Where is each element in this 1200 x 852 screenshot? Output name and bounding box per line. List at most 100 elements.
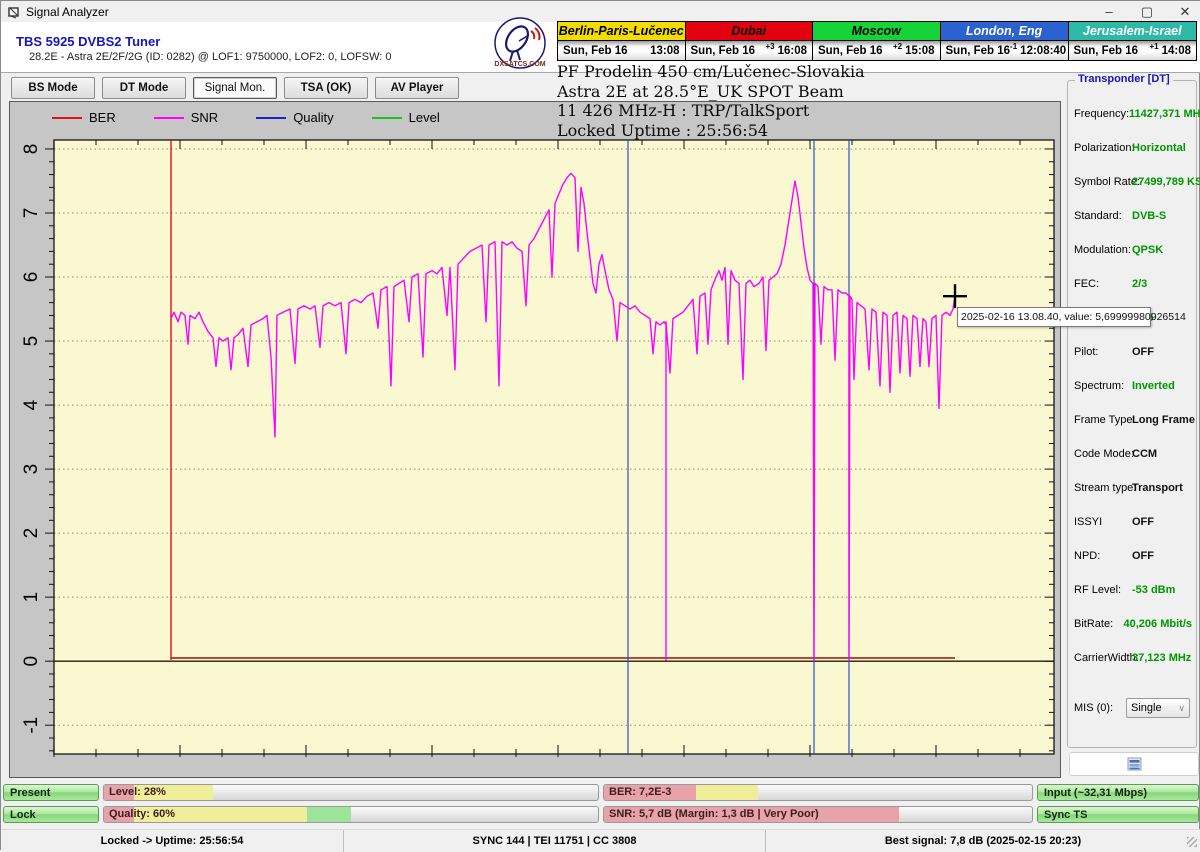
clock-city: London, Eng [941, 22, 1068, 41]
row-label: Spectrum: [1074, 380, 1132, 394]
signal-chart[interactable]: BERSNRQualityLevel -1012345678 [9, 101, 1061, 778]
tab-signal-mon-[interactable]: Signal Mon. [193, 77, 277, 99]
mis-select[interactable]: Single ∨ [1126, 698, 1190, 718]
legend-swatch [256, 117, 286, 119]
meter-snr: SNR: 5,7 dB (Margin: 1,3 dB | Very Poor) [603, 806, 1033, 823]
tab-av-player[interactable]: AV Player [375, 77, 459, 99]
indicator-row-1: PresentLevel: 28%BER: 7,2E-3Input (~32,3… [1, 784, 1200, 802]
row-label: Pilot: [1074, 346, 1132, 360]
y-axis-label: 2 [21, 528, 42, 539]
list-icon [1127, 757, 1142, 771]
legend-item-ber: BER [52, 110, 116, 125]
legend-swatch [52, 117, 82, 119]
clock-time: Sun, Feb 16+316:08 [686, 41, 813, 60]
mode-tabs: BS Mode DT Mode Signal Mon. TSA (OK) AV Play… [11, 77, 459, 99]
transponder-row: Spectrum: Inverted [1074, 380, 1192, 394]
app-icon [7, 5, 21, 19]
clock-4: Jerusalem-Israel Sun, Feb 16+114:08 [1069, 22, 1197, 60]
y-axis-label: 5 [21, 336, 42, 347]
resize-grip[interactable] [1187, 837, 1197, 847]
stream-list-button[interactable] [1069, 752, 1199, 776]
statusbar-section-1: Locked -> Uptime: 25:56:54 [1, 830, 344, 852]
row-label: NPD: [1074, 550, 1132, 564]
row-label: BitRate: [1074, 618, 1124, 632]
row-value: Transport [1132, 482, 1183, 496]
row-label: CarrierWidth: [1074, 652, 1132, 666]
meter-label: SNR: 5,7 dB (Margin: 1,3 dB | Very Poor) [609, 808, 819, 820]
row-label: Frame Type: [1074, 414, 1132, 428]
row-value: Inverted [1132, 380, 1175, 394]
row-value: DVB-S [1132, 210, 1166, 224]
row-label: Symbol Rate: [1074, 176, 1132, 190]
window-title: Signal Analyzer [26, 5, 109, 19]
clock-time: Sun, Feb 16-112:08:40 [941, 41, 1068, 60]
mis-label: MIS (0): [1074, 702, 1132, 716]
row-label: Code Mode: [1074, 448, 1132, 462]
panel-title: Transponder [DT] [1075, 73, 1173, 85]
tab-tsa-ok-[interactable]: TSA (OK) [284, 77, 368, 99]
statusbar-section-2: SYNC 144 | TEI 11751 | CC 3808 [344, 830, 766, 852]
status-pill-input: Input (~32,31 Mbps) [1037, 784, 1199, 801]
legend-item-snr: SNR [154, 110, 218, 125]
meter-quality: Quality: 60% [103, 806, 599, 823]
transponder-panel: Transponder [DT] Frequency: 11427,371 MH… [1067, 80, 1197, 748]
status-pill-sync: Sync TS [1037, 806, 1199, 823]
row-label: Frequency: [1074, 108, 1129, 122]
transponder-row: ISSYI OFF [1074, 516, 1192, 530]
header-divider [1, 72, 1200, 73]
cursor-tooltip: 2025-02-16 13.08.40, value: 5,6999998092… [957, 307, 1151, 327]
minimize-button[interactable]: – [1101, 4, 1117, 19]
clock-time: Sun, Feb 16+215:08 [813, 41, 940, 60]
clock-city: Dubai [686, 22, 813, 41]
row-value: 27499,789 KS/s [1132, 176, 1200, 190]
row-value: 11427,371 MHz [1129, 108, 1200, 122]
close-button[interactable]: ✕ [1177, 4, 1193, 20]
y-axis-label: 0 [21, 656, 42, 667]
device-subtitle: 28.2E - Astra 2E/2F/2G (ID: 0282) @ LOF1… [29, 51, 392, 63]
legend-label: BER [89, 110, 116, 125]
y-axis-label: 7 [21, 208, 42, 219]
y-axis-label: -1 [21, 717, 42, 734]
legend-label: SNR [191, 110, 218, 125]
row-label: Polarization: [1074, 142, 1132, 156]
annotation-line-2: Astra 2E at 28.5°E_UK SPOT Beam [557, 82, 977, 102]
row-value: OFF [1132, 516, 1154, 530]
clock-city: Berlin-Paris-Lučenec [558, 22, 685, 41]
row-label: Standard: [1074, 210, 1132, 224]
row-label: Stream type: [1074, 482, 1132, 496]
meter-label: BER: 7,2E-3 [609, 786, 671, 798]
clock-3: London, Eng Sun, Feb 16-112:08:40 [941, 22, 1069, 60]
clock-2: Moscow Sun, Feb 16+215:08 [813, 22, 941, 60]
row-value: 37,123 MHz [1132, 652, 1191, 666]
row-label: ISSYI [1074, 516, 1132, 530]
transponder-row: RF Level: -53 dBm [1074, 584, 1192, 598]
status-pill-lock: Lock [3, 806, 99, 823]
transponder-row: Standard: DVB-S [1074, 210, 1192, 224]
world-clocks: Berlin-Paris-Lučenec Sun, Feb 1613:08Dub… [557, 21, 1197, 61]
meter-level: Level: 28% [103, 784, 599, 801]
clock-city: Jerusalem-Israel [1069, 22, 1197, 41]
y-axis-label: 6 [21, 272, 42, 283]
chevron-down-icon: ∨ [1178, 703, 1185, 714]
row-label: FEC: [1074, 278, 1132, 292]
transponder-row: Frequency: 11427,371 MHz [1074, 108, 1192, 122]
y-axis-label: 8 [21, 144, 42, 155]
title-bar: Signal Analyzer – ▢ ✕ [1, 1, 1200, 22]
tab-dt-mode[interactable]: DT Mode [102, 77, 186, 99]
legend-label: Level [409, 110, 440, 125]
row-value: CCM [1132, 448, 1157, 462]
clock-time: Sun, Feb 1613:08 [558, 41, 685, 60]
transponder-row: CarrierWidth: 37,123 MHz [1074, 652, 1192, 666]
chart-canvas[interactable]: -1012345678 [10, 102, 1062, 779]
legend-swatch [154, 117, 184, 119]
meter-label: Level: 28% [109, 786, 166, 798]
row-value: 40,206 Mbit/s [1124, 618, 1192, 632]
dxsatcs-logo: DXSATCS.COM [493, 17, 547, 71]
clock-time: Sun, Feb 16+114:08 [1069, 41, 1197, 60]
tab-bs-mode[interactable]: BS Mode [11, 77, 95, 99]
satellite-dish-icon: DXSATCS.COM [493, 17, 547, 71]
transponder-row: Frame Type: Long Frame [1074, 414, 1192, 428]
statusbar-section-3: Best signal: 7,8 dB (2025-02-15 20:23) [766, 830, 1200, 852]
maximize-button[interactable]: ▢ [1139, 4, 1155, 20]
row-value: OFF [1132, 346, 1154, 360]
